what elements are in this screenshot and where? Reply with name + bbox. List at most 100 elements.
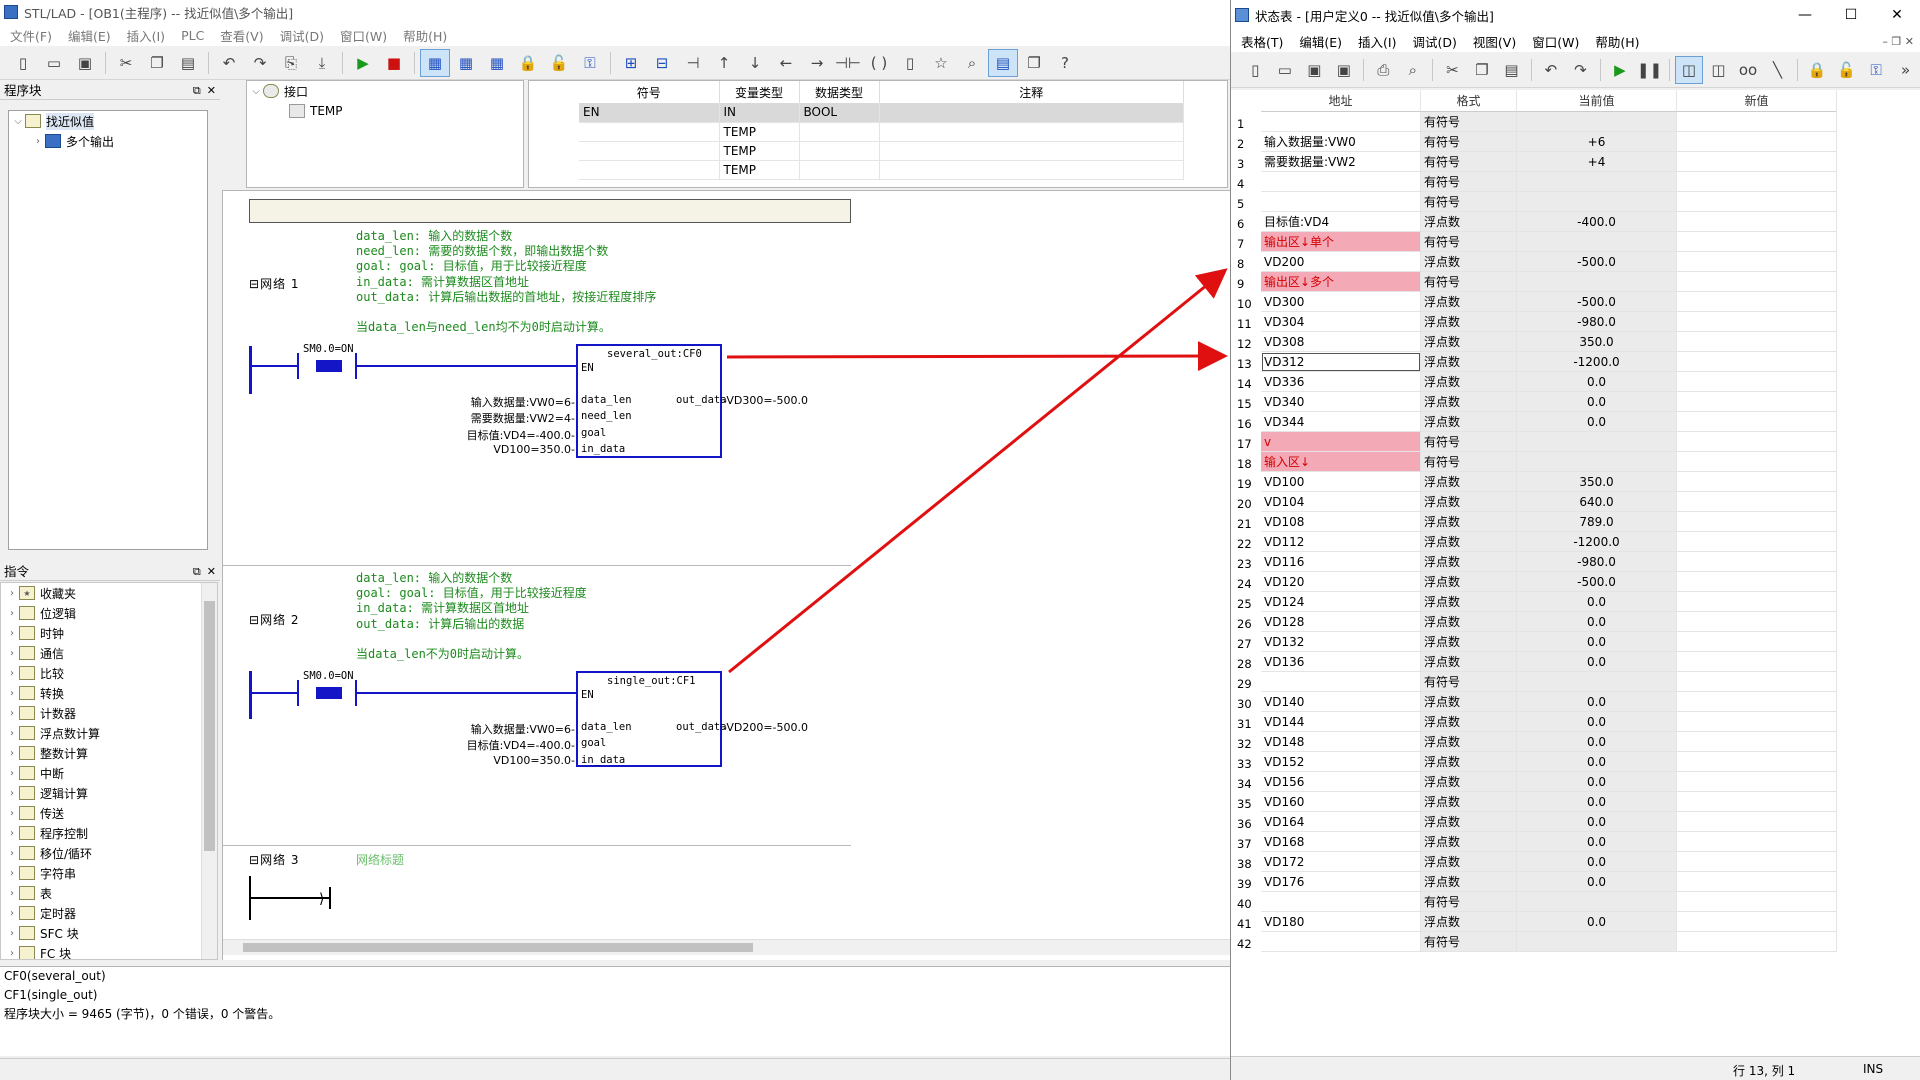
ladder-editor[interactable]: data_len: 输入的数据个数 need_len: 需要的数据个数，即输出数… <box>222 190 1233 960</box>
status-row[interactable]: 16 VD344 浮点数 0.0 <box>1231 412 1920 432</box>
cell-new-value[interactable] <box>1677 532 1837 552</box>
expand-icon[interactable]: › <box>5 848 19 859</box>
instruction-category[interactable]: › SFC 块 <box>1 923 217 943</box>
interface-cell[interactable] <box>879 141 1184 161</box>
cell-new-value[interactable] <box>1677 412 1837 432</box>
col-symbol[interactable]: 符号 <box>579 81 720 103</box>
status-row[interactable]: 42 有符号 <box>1231 932 1920 952</box>
cell-format[interactable]: 浮点数 <box>1421 912 1517 932</box>
cell-format[interactable]: 有符号 <box>1421 892 1517 912</box>
lock-icon[interactable]: 🔒 <box>513 49 543 77</box>
status-row[interactable]: 21 VD108 浮点数 789.0 <box>1231 512 1920 532</box>
cell-new-value[interactable] <box>1677 232 1837 252</box>
interface-root[interactable]: ⌵ 接口 <box>247 81 523 101</box>
network1-title[interactable]: ⊟网络 1 <box>249 275 300 292</box>
cell-format[interactable]: 浮点数 <box>1421 352 1517 372</box>
cell-format[interactable]: 浮点数 <box>1421 632 1517 652</box>
cell-format[interactable]: 浮点数 <box>1421 532 1517 552</box>
status-row[interactable]: 3 需要数据量:VW2 有符号 +4 <box>1231 152 1920 172</box>
expand-icon[interactable]: › <box>5 948 19 959</box>
help-icon[interactable]: ? <box>1050 49 1080 77</box>
cell-format[interactable]: 浮点数 <box>1421 572 1517 592</box>
cut-icon[interactable]: ✂ <box>1438 56 1467 84</box>
instructions-scrollbar[interactable] <box>201 583 217 959</box>
cell-format[interactable]: 浮点数 <box>1421 732 1517 752</box>
interface-row[interactable]: TEMP <box>579 141 1184 161</box>
cell-address[interactable]: VD312 <box>1261 352 1421 372</box>
scroll-thumb[interactable] <box>243 943 753 952</box>
status-row[interactable]: 31 VD144 浮点数 0.0 <box>1231 712 1920 732</box>
output-out-data[interactable]: -VD300=-500.0 <box>723 394 808 407</box>
cell-address[interactable]: VD148 <box>1261 732 1421 752</box>
line-down-icon[interactable]: ↓ <box>740 49 770 77</box>
interface-cell[interactable] <box>879 122 1184 142</box>
cell-format[interactable]: 浮点数 <box>1421 332 1517 352</box>
cell-new-value[interactable] <box>1677 572 1837 592</box>
cell-new-value[interactable] <box>1677 492 1837 512</box>
status-chart-icon[interactable]: ▦ <box>482 49 512 77</box>
cell-new-value[interactable] <box>1677 552 1837 572</box>
save-all-icon[interactable]: ▣ <box>1330 56 1359 84</box>
expand-icon[interactable]: › <box>5 608 19 619</box>
tree-item-root[interactable]: ⌵ 找近似值 <box>9 111 207 131</box>
status-row[interactable]: 6 目标值:VD4 浮点数 -400.0 <box>1231 212 1920 232</box>
status-row[interactable]: 9 输出区↓多个 有符号 <box>1231 272 1920 292</box>
interface-cell[interactable] <box>879 103 1184 123</box>
cell-new-value[interactable] <box>1677 512 1837 532</box>
cell-format[interactable]: 有符号 <box>1421 932 1517 952</box>
cell-format[interactable]: 浮点数 <box>1421 712 1517 732</box>
status-row[interactable]: 15 VD340 浮点数 0.0 <box>1231 392 1920 412</box>
expand-icon[interactable]: › <box>5 908 19 919</box>
more-tools-icon[interactable]: » <box>1891 56 1920 84</box>
instruction-category[interactable]: › 通信 <box>1 643 217 663</box>
instruction-category[interactable]: › FC 块 <box>1 943 217 959</box>
chart-status-icon[interactable]: ◫ <box>1674 55 1704 84</box>
network3-title[interactable]: ⊟网络 3 <box>249 851 300 868</box>
cell-address[interactable] <box>1261 172 1421 192</box>
bookmark-icon[interactable]: ☆ <box>926 49 956 77</box>
cell-format[interactable]: 浮点数 <box>1421 652 1517 672</box>
pin-icon[interactable]: ⧉ <box>193 84 201 97</box>
instruction-category[interactable]: › 定时器 <box>1 903 217 923</box>
cell-new-value[interactable] <box>1677 872 1837 892</box>
cell-new-value[interactable] <box>1677 392 1837 412</box>
cell-new-value[interactable] <box>1677 712 1837 732</box>
status-row[interactable]: 33 VD152 浮点数 0.0 <box>1231 752 1920 772</box>
cell-format[interactable]: 浮点数 <box>1421 412 1517 432</box>
interface-row[interactable]: TEMP <box>579 122 1184 142</box>
menu-view[interactable]: 查看(V) <box>212 26 271 45</box>
box-icon[interactable]: ▯ <box>895 49 925 77</box>
status-row[interactable]: 36 VD164 浮点数 0.0 <box>1231 812 1920 832</box>
cell-format[interactable]: 浮点数 <box>1421 252 1517 272</box>
network2-title[interactable]: ⊟网络 2 <box>249 611 300 628</box>
interface-cell[interactable]: IN <box>719 103 800 123</box>
status-row[interactable]: 35 VD160 浮点数 0.0 <box>1231 792 1920 812</box>
editor-hscrollbar[interactable] <box>223 939 1233 955</box>
cell-format[interactable]: 浮点数 <box>1421 692 1517 712</box>
cell-address[interactable]: VD344 <box>1261 412 1421 432</box>
expand-icon[interactable]: › <box>5 688 19 699</box>
cell-new-value[interactable] <box>1677 832 1837 852</box>
menu-plc[interactable]: PLC <box>173 28 212 43</box>
status-row[interactable]: 10 VD300 浮点数 -500.0 <box>1231 292 1920 312</box>
read-force-icon[interactable]: ⚿ <box>1862 56 1891 84</box>
run-icon[interactable]: ▶ <box>348 49 378 77</box>
cell-new-value[interactable] <box>1677 432 1837 452</box>
menu-debug[interactable]: 调试(D) <box>1405 32 1465 51</box>
cell-new-value[interactable] <box>1677 152 1837 172</box>
cell-new-value[interactable] <box>1677 852 1837 872</box>
copy-icon[interactable]: ❐ <box>1468 56 1497 84</box>
cell-address[interactable]: VD172 <box>1261 852 1421 872</box>
status-row[interactable]: 2 输入数据量:VW0 有符号 +6 <box>1231 132 1920 152</box>
instruction-category[interactable]: › 移位/循环 <box>1 843 217 863</box>
cell-address[interactable]: VD120 <box>1261 572 1421 592</box>
expand-icon[interactable]: › <box>5 828 19 839</box>
cell-address[interactable]: VD340 <box>1261 392 1421 412</box>
status-row[interactable]: 8 VD200 浮点数 -500.0 <box>1231 252 1920 272</box>
cell-new-value[interactable] <box>1677 652 1837 672</box>
cell-address[interactable]: VD100 <box>1261 472 1421 492</box>
col-current-value[interactable]: 当前值 <box>1517 90 1677 112</box>
cell-new-value[interactable] <box>1677 192 1837 212</box>
interface-cell[interactable]: TEMP <box>719 160 800 180</box>
status-row[interactable]: 1 有符号 <box>1231 112 1920 132</box>
